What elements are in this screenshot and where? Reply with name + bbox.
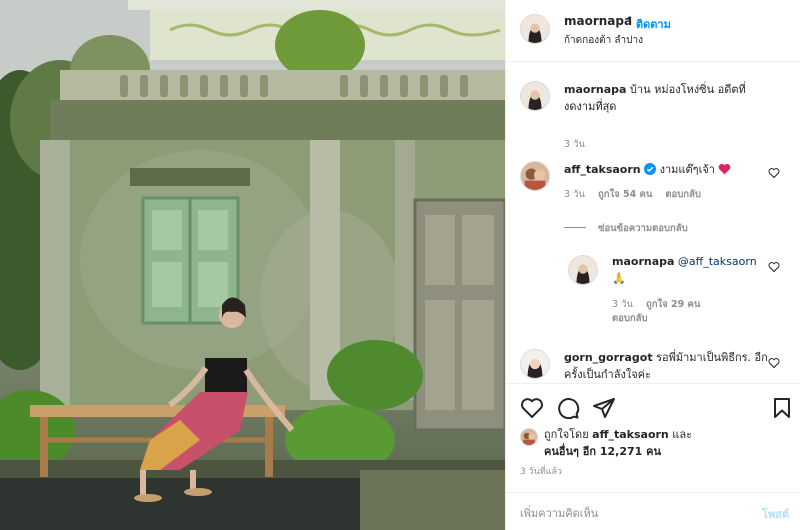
post-actions: ถูกใจโดย aff_taksaorn และ คนอื่นๆ อีก 12… <box>506 383 800 523</box>
post-photo[interactable] <box>0 0 505 530</box>
divider <box>564 227 586 228</box>
comment-likes[interactable]: ถูกใจ 54 คน <box>598 189 652 200</box>
liked-by: ถูกใจโดย aff_taksaorn และ คนอื่นๆ อีก 12… <box>520 426 790 460</box>
reply-likes[interactable]: ถูกใจ 29 คน <box>646 299 700 310</box>
reply-username[interactable]: maornapa <box>612 255 674 268</box>
reply-reply-button[interactable]: ตอบกลับ <box>612 313 648 324</box>
follow-button[interactable]: ติดตาม <box>636 15 671 33</box>
liked-by-and: และ <box>672 428 693 441</box>
reply-time[interactable]: 3 วัน <box>612 299 633 310</box>
caption-text-block: maornapa บ้าน หม่องโหง่ซิ่น อดีตที่งดงาม… <box>564 81 774 115</box>
hide-replies-button[interactable]: ซ่อนข้อความตอบกลับ <box>598 221 688 236</box>
post-photo-illustration <box>0 0 505 530</box>
others-likes-link[interactable]: คนอื่นๆ อีก 12,271 คน <box>544 445 661 458</box>
verified-icon <box>644 163 657 175</box>
hide-replies-row[interactable]: ซ่อนข้อความตอบกลับ <box>506 219 800 237</box>
reply-mention-link[interactable]: @aff_taksaorn <box>678 255 757 268</box>
reply-like-heart-icon[interactable] <box>768 261 780 273</box>
avatar[interactable] <box>520 81 550 111</box>
avatar[interactable] <box>520 349 550 379</box>
post-header: maornapa • ติดตาม ก้าดกองต้า ลำปาง <box>506 0 800 62</box>
comment-username[interactable]: gorn_gorragot <box>564 351 653 364</box>
post-time-ago[interactable]: 3 วันที่แล้ว <box>520 464 562 478</box>
comment-text-block: gorn_gorragot รอพี่ม้ามาเป็นพิธีกร. อีกค… <box>564 349 774 383</box>
comment-icon[interactable] <box>556 396 580 420</box>
comment-like-heart-icon[interactable] <box>768 357 780 369</box>
folded-hands-emoji: 🙏 <box>612 272 626 285</box>
separator-dot: • <box>626 12 634 26</box>
liked-by-prefix: ถูกใจโดย <box>544 428 589 441</box>
reply-button[interactable]: ตอบกลับ <box>665 189 701 200</box>
comment-input[interactable] <box>520 503 720 523</box>
comment-time[interactable]: 3 วัน <box>564 189 585 200</box>
caption-meta: 3 วัน <box>564 137 595 152</box>
avatar[interactable] <box>568 255 598 285</box>
bookmark-icon[interactable] <box>770 396 794 420</box>
share-icon[interactable] <box>592 396 616 420</box>
post-comment-button[interactable]: โพสต์ <box>762 505 789 523</box>
avatar[interactable] <box>520 161 550 191</box>
avatar[interactable] <box>520 428 538 446</box>
reply-meta-2: ตอบกลับ <box>612 311 658 326</box>
comment-meta: 3 วัน ถูกใจ 54 คน ตอบกลับ <box>564 187 711 202</box>
reply-item: maornapa @aff_taksaorn 🙏 3 วัน ถูกใจ 29 … <box>506 253 800 326</box>
caption: maornapa บ้าน หม่องโหง่ซิ่น อดีตที่งดงาม… <box>506 77 800 150</box>
comment-username[interactable]: aff_taksaorn <box>564 163 641 176</box>
post-side-panel: maornapa • ติดตาม ก้าดกองต้า ลำปาง maorn… <box>505 0 800 530</box>
caption-time[interactable]: 3 วัน <box>564 139 585 150</box>
comment-text-block: aff_taksaorn งามแต๊ๆเจ้า <box>564 161 764 178</box>
list-item: gorn_gorragot รอพี่ม้ามาเป็นพิธีกร. อีกค… <box>506 347 800 383</box>
post-location[interactable]: ก้าดกองต้า ลำปาง <box>564 33 643 48</box>
list-item: aff_taksaorn งามแต๊ๆเจ้า 3 วัน ถูกใจ 54 … <box>506 159 800 211</box>
liked-by-user[interactable]: aff_taksaorn <box>592 428 669 441</box>
post-author-username[interactable]: maornapa <box>564 14 632 28</box>
avatar[interactable] <box>520 14 550 44</box>
reply-meta: 3 วัน ถูกใจ 29 คน <box>612 297 710 312</box>
caption-username[interactable]: maornapa <box>564 83 626 96</box>
reply-text-block: maornapa @aff_taksaorn 🙏 <box>612 253 762 287</box>
red-heart-emoji-icon <box>719 163 731 175</box>
add-comment-bar: โพสต์ <box>506 492 800 530</box>
comment-text: งามแต๊ๆเจ้า <box>659 163 715 176</box>
comment-like-heart-icon[interactable] <box>768 167 780 179</box>
comments-list[interactable]: maornapa บ้าน หม่องโหง่ซิ่น อดีตที่งดงาม… <box>506 63 800 383</box>
heart-icon[interactable] <box>520 396 544 420</box>
